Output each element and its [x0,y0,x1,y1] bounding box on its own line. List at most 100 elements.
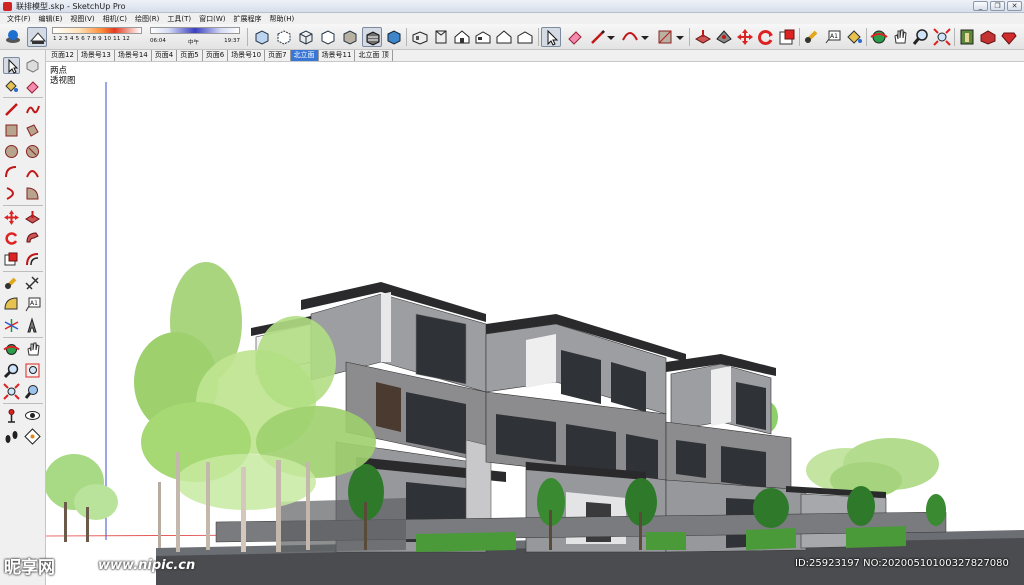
line-dropdown-icon[interactable] [606,27,616,47]
zoom-window-icon[interactable] [24,362,41,379]
right-view-icon[interactable] [473,27,493,47]
two-point-arc-icon[interactable] [24,164,41,181]
shaded-texture-style-icon[interactable] [362,27,382,47]
follow-me-tool-icon[interactable] [714,27,734,47]
zoom-extents-tool-icon[interactable] [932,27,952,47]
tab-scene-4[interactable]: 页面4 [152,50,178,61]
section-plane-icon[interactable] [24,428,41,445]
zoom-extents-icon[interactable] [3,383,20,400]
tab-scene-7[interactable]: 场景号10 [228,50,266,61]
scale-tool-icon[interactable] [777,27,797,47]
wireframe-style-icon[interactable] [296,27,316,47]
monochrome-style-icon[interactable] [384,27,404,47]
shape-dropdown-icon[interactable] [675,27,685,47]
eraser-icon[interactable] [24,78,41,95]
front-view-icon[interactable] [452,27,472,47]
select-icon[interactable] [3,57,20,74]
orbit-icon[interactable] [3,341,20,358]
model-viewport[interactable]: 两点 透视图 [46,62,1024,585]
orbit-tool-icon[interactable] [869,27,889,47]
rotate-tool-icon[interactable] [756,27,776,47]
follow-me-icon[interactable] [24,230,41,247]
restore-button[interactable]: ❐ [990,1,1005,11]
protractor-icon[interactable] [3,296,20,313]
rotate-icon[interactable] [3,230,20,247]
back-view-icon[interactable] [494,27,514,47]
pan-icon[interactable] [24,341,41,358]
back-edges-style-icon[interactable] [274,27,294,47]
select-tool-icon[interactable] [541,27,561,47]
minimize-button[interactable]: _ [973,1,988,11]
left-view-icon[interactable] [515,27,535,47]
tab-scene-6[interactable]: 页面6 [203,50,229,61]
eraser-tool-icon[interactable] [565,27,585,47]
close-button[interactable]: ✕ [1007,1,1022,11]
arc-tool-icon[interactable] [620,27,640,47]
dimension-icon[interactable] [24,275,41,292]
rectangle-icon[interactable] [3,122,20,139]
position-camera-icon[interactable] [3,407,20,424]
tape-measure-icon[interactable] [3,275,20,292]
top-view-icon[interactable] [431,27,451,47]
paint-bucket-icon[interactable] [3,78,20,95]
arc-dropdown-icon[interactable] [640,27,650,47]
menu-window[interactable]: 窗口(W) [195,14,229,24]
display-shadows-icon[interactable] [27,27,47,47]
push-pull-icon[interactable] [24,209,41,226]
warehouse-icon[interactable] [957,27,977,47]
tab-scene-10[interactable]: 场景号11 [319,50,356,61]
tape-measure-tool-icon[interactable] [802,27,822,47]
iso-view-icon[interactable] [410,27,430,47]
tab-scene-5[interactable]: 页面5 [177,50,203,61]
hidden-line-style-icon[interactable] [318,27,338,47]
menu-extensions[interactable]: 扩展程序 [229,14,265,24]
offset-icon[interactable] [24,251,41,268]
previous-view-icon[interactable] [24,383,41,400]
menu-file[interactable]: 文件(F) [3,14,35,24]
menu-edit[interactable]: 编辑(E) [35,14,67,24]
zoom-icon[interactable] [3,362,20,379]
3d-text-icon[interactable] [24,317,41,334]
menu-view[interactable]: 视图(V) [66,14,98,24]
three-point-arc-icon[interactable] [3,185,20,202]
pan-tool-icon[interactable] [890,27,910,47]
shape-tool-icon[interactable] [655,27,675,47]
polygon-icon[interactable] [24,143,41,160]
shaded-style-icon[interactable] [340,27,360,47]
push-pull-tool-icon[interactable] [693,27,713,47]
xray-style-icon[interactable] [252,27,272,47]
move-tool-icon[interactable] [735,27,755,47]
line-tool-icon[interactable] [588,27,608,47]
rotated-rectangle-icon[interactable] [24,122,41,139]
arc-icon[interactable] [3,164,20,181]
line-icon[interactable] [3,101,20,118]
tab-scene-9[interactable]: 北立面 [290,50,319,61]
tab-scene-2[interactable]: 场景号13 [78,50,115,61]
scale-icon[interactable] [3,251,20,268]
menu-camera[interactable]: 相机(C) [99,14,131,24]
shadow-date-slider[interactable]: 1 2 3 4 5 6 7 8 9 10 11 12 [52,27,148,47]
tab-scene-1[interactable]: 页面12 [48,50,78,61]
tab-scene-8[interactable]: 页面7 [265,50,291,61]
tab-scene-11[interactable]: 北立面 顶 [355,50,393,61]
tab-scene-3[interactable]: 场景号14 [115,50,152,61]
shadow-time-slider[interactable]: 06:04 中午 19:37 [150,27,242,47]
shadow-toggle-icon[interactable] [3,27,23,47]
look-around-icon[interactable] [24,407,41,424]
menu-help[interactable]: 帮助(H) [265,14,298,24]
paint-bucket-tool-icon[interactable] [844,27,864,47]
pie-icon[interactable] [24,185,41,202]
menu-draw[interactable]: 绘图(R) [131,14,163,24]
freehand-icon[interactable] [24,101,41,118]
menu-tools[interactable]: 工具(T) [163,14,195,24]
zoom-tool-icon[interactable] [911,27,931,47]
text-icon[interactable]: A1 [24,296,41,313]
move-icon[interactable] [3,209,20,226]
ruby-console-icon[interactable] [999,27,1019,47]
extension-warehouse-icon[interactable] [978,27,998,47]
make-component-icon[interactable] [24,57,41,74]
text-tool-icon[interactable]: A1 [823,27,843,47]
circle-icon[interactable] [3,143,20,160]
axes-icon[interactable] [3,317,20,334]
walk-icon[interactable] [3,428,20,445]
